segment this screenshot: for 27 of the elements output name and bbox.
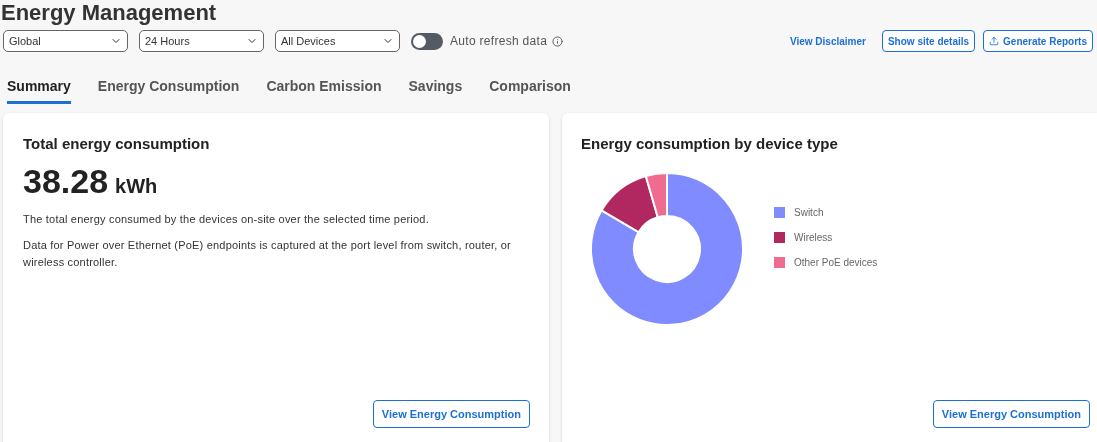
- toggle-label: Auto refresh data: [450, 33, 548, 50]
- toggle-switch[interactable]: [411, 32, 443, 50]
- tab[interactable]: Energy Consumption: [97, 77, 240, 104]
- card-title: Energy consumption by device type: [581, 134, 839, 154]
- info-icon[interactable]: [552, 35, 564, 47]
- unit-label: kWh: [115, 173, 158, 199]
- tab[interactable]: Savings: [408, 77, 463, 104]
- card-title: Total energy consumption: [23, 134, 211, 154]
- view-disclaimer-link[interactable]: View Disclaimer: [789, 33, 866, 49]
- legend-label: Wireless: [794, 231, 833, 245]
- tab[interactable]: Summary: [7, 77, 71, 104]
- view-energy-consumption-button[interactable]: View Energy Consumption: [372, 400, 530, 428]
- view-energy-consumption-button[interactable]: View Energy Consumption: [932, 400, 1090, 428]
- site-details-button[interactable]: Show site details: [881, 30, 976, 52]
- page-title: Energy Management: [1, 2, 218, 24]
- total-value: 38.28: [23, 160, 109, 202]
- legend-label: Other PoE devices: [794, 256, 878, 270]
- legend-label: Switch: [794, 206, 824, 220]
- filter-dropdown[interactable]: All Devices: [275, 30, 400, 52]
- filter-dropdown[interactable]: Global: [3, 30, 128, 52]
- description-text: Data for Power over Ethernet (PoE) endpoints is captured at the port level from switch, router, or wireless controller.: [23, 238, 512, 270]
- tab[interactable]: Carbon Emission: [266, 77, 382, 104]
- upload-icon: [989, 36, 1000, 46]
- filter-dropdown[interactable]: 24 Hours: [139, 30, 264, 52]
- tab[interactable]: Comparison: [489, 77, 571, 104]
- generate-reports-button[interactable]: Generate Reports: [983, 30, 1093, 52]
- description-text: The total energy consumed by the devices on-site over the selected time period.: [23, 212, 430, 227]
